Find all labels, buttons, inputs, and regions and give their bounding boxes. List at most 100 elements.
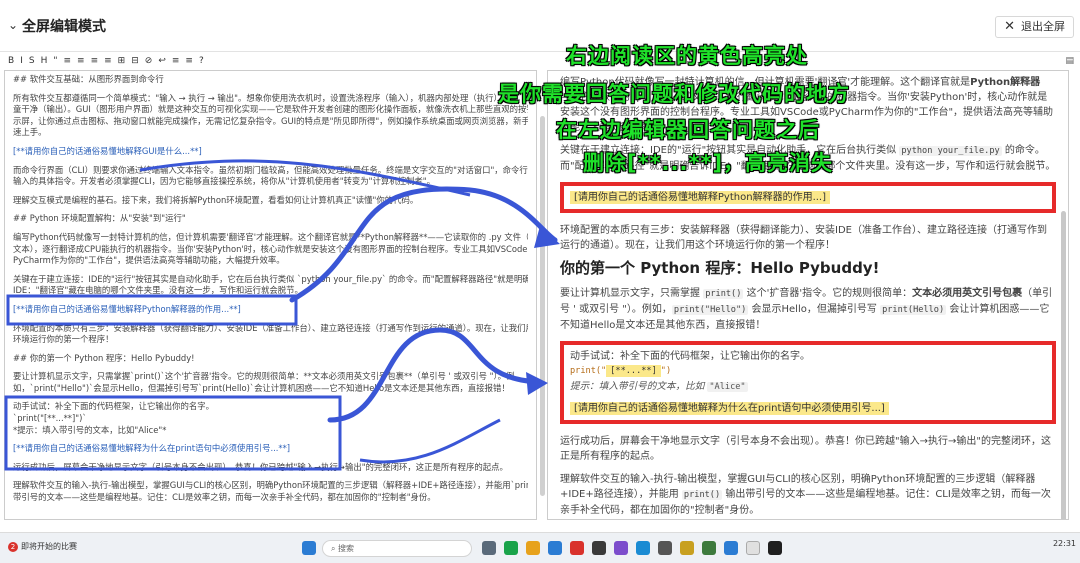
close-icon: ✕ bbox=[1004, 19, 1015, 34]
editor-line: 而命令行界面（CLI）则要求你通过终端输入文本指令。虽然初期门槛较高，但能高效处… bbox=[13, 164, 528, 175]
preview-paragraph: 要让计算机显示文字，只需掌握 print() 这个'扩音器'指令。它的规则很简单… bbox=[560, 288, 1053, 331]
toolbar-button[interactable]: ≡ bbox=[63, 56, 71, 66]
editor-line: 童干净（输出）。GUI（图形用户界面）就是这种交互的可视化实现——它是软件开发者… bbox=[13, 104, 528, 115]
toolbar-button[interactable]: ≡ bbox=[77, 56, 85, 66]
editor-line: [**请用你自己的话通俗易懂地解释GUI是什么...**] bbox=[13, 145, 202, 156]
annotation-text: 右边阅读区的黄色高亮处 bbox=[566, 44, 808, 68]
windows-start-icon[interactable] bbox=[302, 541, 316, 555]
toolbar-button[interactable]: ↩ bbox=[158, 56, 166, 66]
app-icon[interactable] bbox=[658, 541, 672, 555]
editor-line: 如，`print("Hello")`会显示Hello，但漏掉引号写`print(… bbox=[13, 382, 510, 393]
search-placeholder: 搜索 bbox=[338, 544, 355, 553]
app-icon[interactable] bbox=[482, 541, 496, 555]
markdown-editor[interactable]: ## 软件交互基础：从图形界面到命令行 所有软件交互都遵循同一个简单模式："输入 … bbox=[4, 70, 537, 520]
app-icon[interactable] bbox=[614, 541, 628, 555]
app-icon[interactable] bbox=[636, 541, 650, 555]
preview-scrollbar[interactable] bbox=[1061, 211, 1066, 519]
editor-line: 编写Python代码就像写一封特计算机的信，但计算机需要'翻译官'才能理解。这个… bbox=[13, 231, 528, 242]
editor-line: 带引号的文本——这些是编程地基。记住：CLI是效率之钥，而每一次亲手补全代码，都… bbox=[13, 492, 436, 503]
editor-line: 环境运行你的第一个程序！ bbox=[13, 334, 114, 345]
toolbar-button[interactable]: ≡ bbox=[185, 56, 193, 66]
code-template: print(" [**...**] ") bbox=[570, 365, 672, 377]
chevron-down-icon[interactable]: ⌄ bbox=[8, 18, 18, 32]
editor-line: PyCharm作为你的"工作台"，提供语法高亮等辅助功能，大幅提升效率。 bbox=[13, 255, 285, 266]
toolbar-button[interactable]: I bbox=[20, 56, 23, 66]
toolbar-button[interactable]: ⊟ bbox=[131, 56, 139, 66]
preview-paragraph: 环境配置的本质只有三步：安装解释器（获得翻译能力）、安装IDE（准备工作台）、建… bbox=[560, 225, 1047, 251]
app-icon[interactable] bbox=[570, 541, 584, 555]
toolbar-button[interactable]: ≡ bbox=[172, 56, 180, 66]
clock: 22:31 bbox=[1052, 539, 1076, 548]
annotation-text: 在左边编辑器回答问题之后 bbox=[556, 118, 820, 142]
editor-line: [**请用你自己的话通俗易懂地解释为什么在print语句中必须使用引号...**… bbox=[13, 443, 291, 454]
editor-line: `print("[**...**]")` bbox=[13, 413, 87, 424]
preview-paragraph: 运行成功后，屏幕会干净地显示文字（引号本身不会出现）。恭喜！你已跨越"输入→执行… bbox=[560, 436, 1051, 462]
layout-toggle-icon[interactable]: ▤ bbox=[1065, 56, 1074, 66]
editor-line: 理解交互模式是编程的基石。接下来，我们将拆解Python环境配置，看看如何让计算… bbox=[13, 194, 419, 205]
window-title: 全屏编辑模式 bbox=[22, 19, 106, 35]
question-highlight[interactable]: [请用你自己的话通俗易懂地解释Python解释器的作用...] bbox=[570, 191, 831, 204]
taskbar-notification[interactable]: 2 即将开始的比赛 bbox=[8, 541, 77, 552]
editor-line: 理解软件交互的输入-执行-输出模型，掌握GUI与CLI的核心区别，明确Pytho… bbox=[13, 480, 528, 491]
app-icon[interactable] bbox=[504, 541, 518, 555]
editor-scrollbar[interactable] bbox=[540, 116, 545, 496]
editor-line: ## 你的第一个 Python 程序：Hello Pybuddy! bbox=[13, 352, 195, 363]
toolbar-button[interactable]: ? bbox=[199, 56, 204, 66]
editor-line: 示屏，让你通过点击图标、拖动窗口就能完成操作，无需记忆复杂指令。GUI的特点是"… bbox=[13, 115, 528, 126]
app-icon[interactable] bbox=[592, 541, 606, 555]
exit-fullscreen-label: 退出全屏 bbox=[1021, 20, 1065, 33]
toolbar-button[interactable]: B bbox=[8, 56, 14, 66]
editor-line: 要让计算机显示文字，只需掌握`print()`这个'扩音器'指令。它的规则很简单… bbox=[13, 371, 515, 382]
annotation-text: 删除[**...**]，高亮消失 bbox=[583, 151, 834, 175]
question-highlight[interactable]: [请用你自己的话通俗易懂地解释为什么在print语句中必须使用引号...] bbox=[570, 402, 889, 415]
app-icon[interactable] bbox=[702, 541, 716, 555]
app-icon[interactable] bbox=[768, 541, 782, 555]
annotation-text: 是你需要回答问题和修改代码的地方 bbox=[498, 82, 850, 106]
editor-line: 关键在于建立连接：IDE的"运行"按钮其实是自动化助手，它在后台执行类似 `py… bbox=[13, 273, 528, 284]
toolbar-button[interactable]: ≡ bbox=[104, 56, 112, 66]
editor-line: 输入的具体指令。开发者必须掌握CLI，因为它能够直接操控系统，将你从"计算机使用… bbox=[13, 176, 436, 187]
editor-line: 环境配置的本质只有三步：安装解释器（获得翻译能力）、安装IDE（准备工作台）、建… bbox=[13, 322, 528, 333]
toolbar-button[interactable]: ≡ bbox=[91, 56, 99, 66]
editor-line: *提示：填入带引号的文本，比如"Alice"* bbox=[13, 424, 167, 435]
app-icon[interactable] bbox=[746, 541, 760, 555]
editor-line: 文本），逐行翻译成CPU能执行的机器指令。当你'安装Python'时，核心动作就… bbox=[13, 243, 528, 254]
red-highlight-box: 动手试试：补全下面的代码框架，让它输出你的名字。 print(" [**...**… bbox=[560, 341, 1056, 424]
code-blank-highlight[interactable]: [**...**] bbox=[606, 365, 661, 377]
exit-fullscreen-button[interactable]: ✕ 退出全屏 bbox=[995, 16, 1074, 38]
toolbar-button[interactable]: H bbox=[41, 56, 48, 66]
toolbar-button[interactable]: S bbox=[29, 56, 35, 66]
app-icon[interactable] bbox=[548, 541, 562, 555]
toolbar-button[interactable]: " bbox=[53, 56, 57, 66]
editor-line: ## 软件交互基础：从图形界面到命令行 bbox=[13, 74, 164, 84]
editor-line: 运行成功后，屏幕会干净地显示文字（引号本身不会出现）。恭喜！你已跨越"输入→执行… bbox=[13, 461, 508, 472]
toolbar-button[interactable]: ⊞ bbox=[118, 56, 126, 66]
app-icon[interactable] bbox=[526, 541, 540, 555]
preview-paragraph: 理解软件交互的输入-执行-输出模型，掌握GUI与CLI的核心区别，明确Pytho… bbox=[560, 474, 1051, 516]
app-icon[interactable] bbox=[680, 541, 694, 555]
toolbar-button[interactable]: ⊘ bbox=[145, 56, 153, 66]
hint-text: 提示：填入带引号的文本，比如 "Alice" bbox=[570, 381, 748, 392]
editor-toolbar: B I S H " ≡ ≡ ≡ ≡ ⊞ ⊟ ⊘ ↩ ≡ ≡? bbox=[0, 56, 540, 70]
editor-line: IDE："翻译官"藏在电脑的哪个文件夹里。没有这一步，写作和运行就会脱节。 bbox=[13, 285, 303, 296]
notification-badge: 2 bbox=[8, 542, 18, 552]
app-icon[interactable] bbox=[724, 541, 738, 555]
try-it-label: 动手试试：补全下面的代码框架，让它输出你的名字。 bbox=[570, 351, 810, 362]
editor-line: 速上手。 bbox=[13, 127, 47, 138]
red-highlight-box: [请用你自己的话通俗易懂地解释Python解释器的作用...] bbox=[560, 182, 1056, 213]
taskbar-search[interactable]: ⌕ 搜索 bbox=[322, 540, 472, 557]
